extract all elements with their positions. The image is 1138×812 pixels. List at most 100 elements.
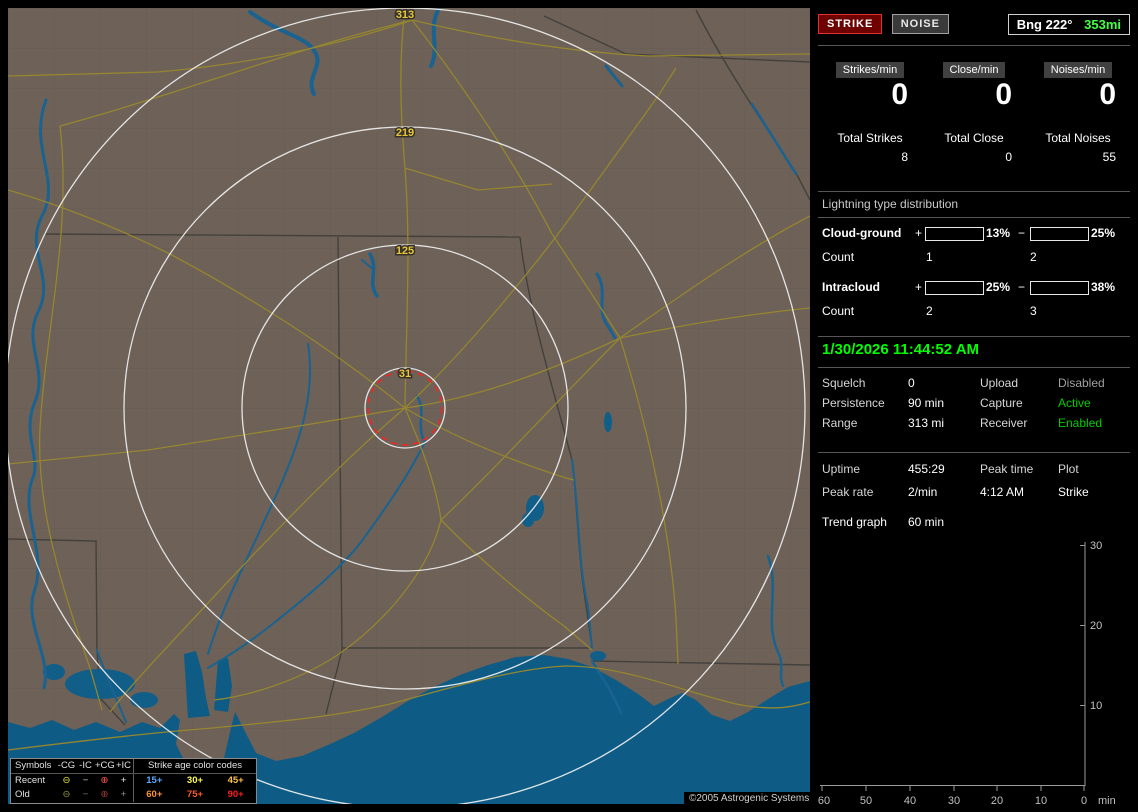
neg-cg-recent-icon: ⊖ — [62, 775, 71, 786]
noise-lamp-button[interactable]: NOISE — [891, 14, 949, 34]
neg-ic-recent-icon: − — [82, 775, 89, 786]
peak-rate-value: 2/min — [908, 485, 938, 499]
squelch-value: 0 — [908, 376, 915, 390]
squelch-label: Squelch — [822, 376, 866, 390]
app-window: 313 219 125 31 Symbols -CG -IC +CG +IC S… — [0, 0, 1138, 812]
intracloud-row: Intracloud + 25% − 38% — [818, 280, 1130, 295]
range-value: 313 mi — [908, 416, 945, 430]
trend-graph-row: Trend graph 60 min — [818, 515, 1130, 531]
distribution-title: Lightning type distribution — [822, 197, 959, 211]
status-panel: STRIKE NOISE Bng 222° 353mi Strikes/min … — [818, 0, 1130, 812]
peak-rate-label: Peak rate — [822, 485, 874, 499]
age-15: 15+ — [146, 775, 163, 786]
svg-text:313: 313 — [396, 9, 414, 21]
cg-positive-count: 1 — [926, 250, 933, 264]
trend-graph: 30 20 10 60 50 40 30 20 10 0 min — [818, 540, 1116, 807]
minus-sign: − — [1018, 280, 1026, 294]
settings-row-squelch: Squelch 0 Upload Disabled — [818, 376, 1130, 392]
svg-text:20: 20 — [1090, 620, 1102, 632]
trend-graph-y-labels: 30 20 10 — [1090, 540, 1102, 712]
svg-text:0: 0 — [1081, 795, 1087, 807]
legend-age-header: Strike age color codes — [133, 759, 256, 773]
minus-sign: − — [1018, 226, 1026, 240]
svg-text:10: 10 — [1035, 795, 1047, 807]
rate-labels-row: Strikes/min Close/min Noises/min — [818, 62, 1130, 78]
plus-sign: + — [915, 226, 923, 240]
ic-negative-pct: 38% — [1091, 280, 1116, 294]
count-label: Count — [822, 250, 855, 264]
count-label: Count — [822, 304, 855, 318]
close-per-min-value: 0 — [995, 78, 1012, 111]
strikes-per-min-value: 0 — [891, 78, 908, 111]
svg-text:30: 30 — [948, 795, 960, 807]
persistence-label: Persistence — [822, 396, 885, 410]
age-90: 90+ — [227, 789, 244, 800]
trend-graph-label: Trend graph — [822, 515, 887, 529]
legend-header-row: Symbols -CG -IC +CG +IC Strike age color… — [11, 759, 256, 774]
map-image: 313 219 125 31 — [8, 8, 810, 804]
map-legend: Symbols -CG -IC +CG +IC Strike age color… — [10, 758, 257, 804]
cg-negative-bar — [1030, 227, 1089, 241]
ic-positive-bar — [925, 281, 984, 295]
total-noises-value: 55 — [1102, 150, 1116, 164]
legend-recent-label: Recent — [15, 775, 46, 786]
receiver-status: Enabled — [1058, 416, 1103, 430]
legend-col-neg-cg: -CG — [57, 760, 76, 771]
cg-positive-pct: 13% — [986, 226, 1011, 240]
separator — [818, 336, 1130, 337]
neg-ic-old-icon: − — [82, 789, 89, 800]
neg-cg-old-icon: ⊖ — [62, 789, 71, 800]
bearing-label: Bng 222° — [1016, 17, 1073, 32]
plus-sign: + — [915, 280, 923, 294]
upload-status: Disabled — [1058, 376, 1105, 390]
total-close-value: 0 — [1005, 150, 1012, 164]
cloud-ground-row: Cloud-ground + 13% − 25% — [818, 226, 1130, 241]
legend-recent-row: Recent ⊖ − ⊕ + 15+ 30+ 45+ — [11, 774, 256, 788]
range-label: Range — [822, 416, 858, 430]
total-strikes-value: 8 — [901, 150, 908, 164]
ic-negative-bar — [1030, 281, 1089, 295]
settings-row-persistence: Persistence 90 min Capture Active — [818, 396, 1130, 412]
strikes-per-min-label: Strikes/min — [835, 62, 905, 78]
trend-graph-value: 60 min — [908, 515, 945, 529]
separator — [818, 217, 1130, 218]
total-noises-label: Total Noises — [1045, 131, 1111, 145]
bearing-distance: 353mi — [1084, 17, 1121, 32]
capture-status: Active — [1058, 396, 1091, 410]
separator — [818, 45, 1130, 46]
settings-row-range: Range 313 mi Receiver Enabled — [818, 416, 1130, 432]
strike-lamp-button[interactable]: STRIKE — [818, 14, 883, 34]
bearing-readout: Bng 222° 353mi — [1007, 14, 1130, 35]
datetime-readout: 1/30/2026 11:44:52 AM — [822, 341, 980, 358]
legend-col-pos-cg: +CG — [95, 760, 115, 771]
legend-col-pos-ic: +IC — [115, 760, 132, 771]
pos-cg-old-icon: ⊕ — [100, 789, 109, 800]
totals-values-row: 8 0 55 — [818, 150, 1130, 164]
svg-text:50: 50 — [860, 795, 872, 807]
plot-value: Strike — [1058, 485, 1089, 499]
rate-values-row: 0 0 0 — [818, 80, 1130, 110]
age-45: 45+ — [227, 775, 244, 786]
capture-label: Capture — [980, 396, 1023, 410]
plot-label: Plot — [1058, 462, 1079, 476]
upload-label: Upload — [980, 376, 1019, 390]
alarm-lamps-row: STRIKE NOISE Bng 222° 353mi — [818, 14, 1130, 38]
svg-text:219: 219 — [396, 127, 414, 139]
separator — [818, 191, 1130, 192]
pos-cg-recent-icon: ⊕ — [100, 775, 109, 786]
cg-positive-bar — [925, 227, 984, 241]
age-60: 60+ — [146, 789, 163, 800]
svg-text:10: 10 — [1090, 700, 1102, 712]
legend-old-row: Old ⊖ − ⊕ + 60+ 75+ 90+ — [11, 788, 256, 802]
cg-negative-count: 2 — [1030, 250, 1037, 264]
trend-graph-unit: min — [1098, 795, 1116, 807]
status-row-2: Peak rate 2/min 4:12 AM Strike — [818, 485, 1130, 501]
svg-text:125: 125 — [396, 245, 414, 257]
age-30: 30+ — [186, 775, 204, 786]
copyright-text: ©2005 Astrogenic Systems — [684, 792, 815, 805]
lightning-map[interactable]: 313 219 125 31 Symbols -CG -IC +CG +IC S… — [8, 8, 815, 805]
persistence-value: 90 min — [908, 396, 945, 410]
intracloud-label: Intracloud — [822, 280, 881, 294]
close-per-min-label: Close/min — [942, 62, 1006, 78]
status-row-1: Uptime 455:29 Peak time Plot — [818, 462, 1130, 478]
